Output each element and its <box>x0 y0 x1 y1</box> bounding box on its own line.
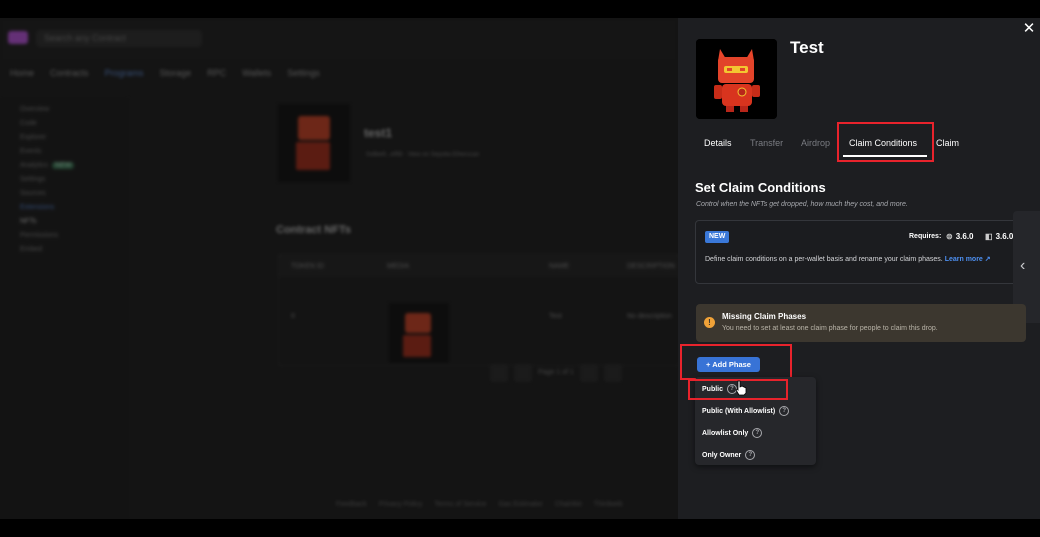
dropdown-option-only-owner[interactable]: Only Owner? <box>702 450 756 460</box>
background-nav-item: Home <box>10 68 35 78</box>
info-card: NEW Requires: ⊜ 3.6.0 ◧ 3.6.0 Define claim… <box>695 220 1017 284</box>
background-sidebar-badge: NEW <box>52 162 75 169</box>
background-sidebar-item: Code <box>20 120 37 127</box>
hand-cursor-icon <box>735 380 747 396</box>
background-sidebar-item: Extensions <box>20 204 55 211</box>
close-icon: ✕ <box>1022 20 1036 37</box>
footer-link: Terms of Service <box>434 501 487 508</box>
background-contract-image <box>278 104 350 182</box>
cat-robot-icon <box>696 39 777 119</box>
tab-details[interactable]: Details <box>704 138 732 148</box>
background-table-header: DESCRIPTION <box>627 263 675 270</box>
background-contract-sub: 0x8be9...ef56 · View on Sepolia Ethersca… <box>366 152 480 158</box>
pager-button <box>579 364 598 382</box>
dashboard-icon: ◧ <box>985 232 993 241</box>
background-sidebar-item: Explorer <box>20 134 47 141</box>
chevron-left-icon: ‹ <box>1020 257 1026 274</box>
background-nav-item: Contracts <box>50 68 89 78</box>
footer-link: Gas Estimator <box>498 501 543 508</box>
dropdown-option-public-allowlist[interactable]: Public (With Allowlist)? <box>702 406 790 416</box>
close-button[interactable]: ✕ <box>1020 20 1038 38</box>
background-topbar: Search any Contract <box>0 18 678 62</box>
nft-image <box>696 39 777 119</box>
footer-link: Thirdweb <box>593 501 623 508</box>
version-requirement: ◧ 3.6.0 <box>985 232 1013 241</box>
background-sidebar-item: Settings <box>20 176 46 183</box>
warning-title: Missing Claim Phases <box>722 312 807 321</box>
background-sidebar: Overview Code Explorer Events Analytics N… <box>0 98 128 519</box>
background-sidebar-item: Analytics NEW <box>20 162 75 169</box>
background-search-input: Search any Contract <box>36 30 202 47</box>
background-sidebar-item: Sources <box>20 190 46 197</box>
background-contract-title: test1 <box>364 126 393 140</box>
missing-phases-warning: ! Missing Claim Phases You need to set a… <box>696 304 1026 342</box>
footer-link: Privacy Policy <box>378 501 423 508</box>
background-table-cell: 0 <box>291 313 295 320</box>
help-icon: ? <box>779 406 790 416</box>
background-table-header: NAME <box>549 263 570 270</box>
new-badge: NEW <box>705 231 730 243</box>
pager-text: Page 1 of 1 <box>538 369 574 376</box>
section-title: Set Claim Conditions <box>695 180 826 195</box>
background-app: Search any Contract Home Contracts Progr… <box>0 18 678 519</box>
background-table-cell: Test <box>549 313 562 320</box>
info-text: Define claim conditions on a per-wallet … <box>705 254 1010 266</box>
tab-transfer[interactable]: Transfer <box>750 138 783 148</box>
background-table-thumb <box>389 303 449 363</box>
section-description: Control when the NFTs get dropped, how m… <box>696 201 908 208</box>
background-table-head <box>279 255 678 277</box>
letterbox-top <box>0 0 1040 18</box>
warning-text: You need to set at least one claim phase… <box>722 325 938 332</box>
background-sidebar-item: Overview <box>20 106 50 113</box>
app-logo <box>8 31 28 44</box>
help-icon: ? <box>745 450 756 460</box>
background-sidebar-item: Embed <box>20 246 43 253</box>
version-requirement: ⊜ 3.6.0 <box>946 232 974 241</box>
highlight-box-add-phase <box>680 344 792 380</box>
background-table-cell: No description <box>627 313 672 320</box>
background-table-header: MEDIA <box>387 263 410 270</box>
background-nav-item: Programs <box>104 68 144 78</box>
background-table-header: TOKEN ID <box>291 263 324 270</box>
background-sidebar-label: Analytics <box>20 162 49 169</box>
letterbox-bottom <box>0 519 1040 537</box>
tab-airdrop[interactable]: Airdrop <box>801 138 830 148</box>
pager-button <box>514 364 532 382</box>
background-blur-layer: Search any Contract Home Contracts Progr… <box>0 18 678 519</box>
help-icon: ? <box>752 428 763 438</box>
background-nav: Home Contracts Programs Storage RPC Wall… <box>10 68 320 78</box>
dropdown-option-label: Public (With Allowlist) <box>702 407 776 415</box>
version-value: 3.6.0 <box>995 232 1014 241</box>
sdk-icon: ⊜ <box>946 232 953 241</box>
footer-link: Chainlist <box>554 501 582 508</box>
background-section-title: Contract NFTs <box>276 224 351 236</box>
requires-label: Requires: <box>909 233 942 240</box>
background-footer: Feedback Privacy Policy Terms of Service… <box>336 501 622 508</box>
highlight-box-tab <box>837 122 934 162</box>
background-nav-item: Storage <box>159 68 192 78</box>
dropdown-option-allowlist-only[interactable]: Allowlist Only? <box>702 428 763 438</box>
background-sidebar-item: NFTs <box>20 218 37 225</box>
learn-more-link[interactable]: Learn more ↗ <box>945 256 991 263</box>
info-body: Define claim conditions on a per-wallet … <box>705 256 945 263</box>
nft-title: Test <box>790 38 824 57</box>
pager-button <box>490 364 508 382</box>
background-search-placeholder: Search any Contract <box>44 33 127 43</box>
tab-claim[interactable]: Claim <box>936 138 959 148</box>
version-value: 3.6.0 <box>955 232 974 241</box>
background-sidebar-item: Permissions <box>20 232 59 239</box>
warning-icon: ! <box>704 317 715 328</box>
dropdown-option-label: Allowlist Only <box>702 429 749 437</box>
background-nav-item: Wallets <box>242 68 272 78</box>
footer-link: Feedback <box>336 501 367 508</box>
dropdown-option-label: Only Owner <box>702 451 742 459</box>
pager-button <box>603 364 622 382</box>
background-pager: Page 1 of 1 <box>490 364 622 382</box>
background-nft-table: TOKEN ID MEDIA NAME DESCRIPTION 0 Test N… <box>278 254 678 366</box>
background-sidebar-item: Events <box>20 148 42 155</box>
background-nav-item: RPC <box>207 68 227 78</box>
background-nav-item: Settings <box>287 68 320 78</box>
